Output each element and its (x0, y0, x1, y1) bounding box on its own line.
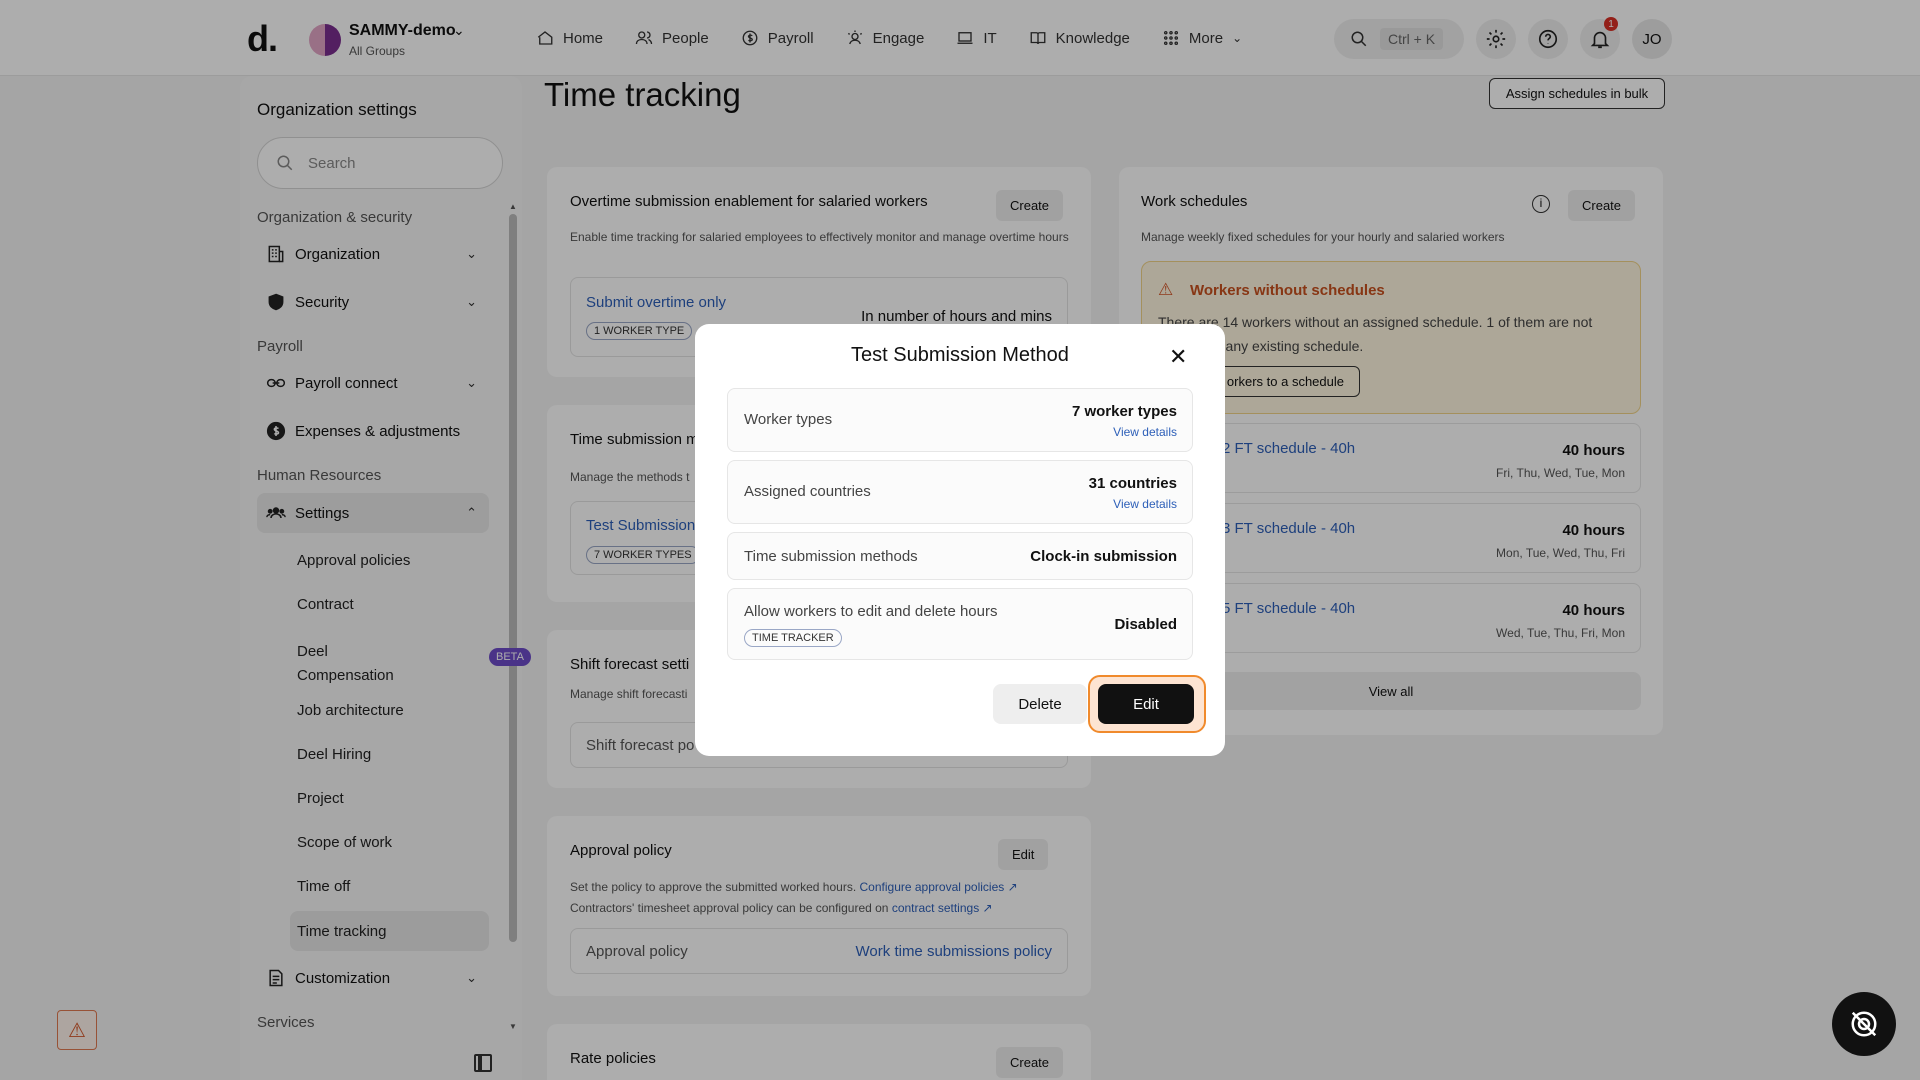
modal-row-submission-methods: Time submission methods Clock-in submiss… (727, 532, 1193, 580)
view-details-link[interactable]: View details (1113, 425, 1177, 439)
row-label: Assigned countries (744, 483, 871, 500)
row-label: Allow workers to edit and delete hours (744, 603, 998, 620)
modal-row-worker-types: Worker types 7 worker types View details (727, 388, 1193, 452)
row-value: Disabled (1114, 616, 1177, 633)
support-chat-button[interactable] (1832, 992, 1896, 1056)
edit-button[interactable]: Edit (1098, 684, 1194, 724)
row-value: 7 worker types (1071, 403, 1177, 420)
row-value: 31 countries (1088, 475, 1177, 492)
row-label: Time submission methods (744, 548, 918, 565)
modal-row-edit-delete-hours: Allow workers to edit and delete hours T… (727, 588, 1193, 660)
delete-button[interactable]: Delete (993, 684, 1087, 724)
modal-row-assigned-countries: Assigned countries 31 countries View det… (727, 460, 1193, 524)
modal-title: Test Submission Method (851, 344, 1069, 366)
row-label: Worker types (744, 411, 833, 428)
lifebuoy-icon (1851, 1011, 1877, 1037)
time-tracker-tag: TIME TRACKER (744, 629, 842, 647)
close-icon[interactable]: ✕ (1169, 346, 1187, 368)
row-value: Clock-in submission (1030, 548, 1177, 565)
submission-method-modal: Test Submission Method ✕ Worker types 7 … (695, 324, 1225, 756)
view-details-link[interactable]: View details (1113, 497, 1177, 511)
